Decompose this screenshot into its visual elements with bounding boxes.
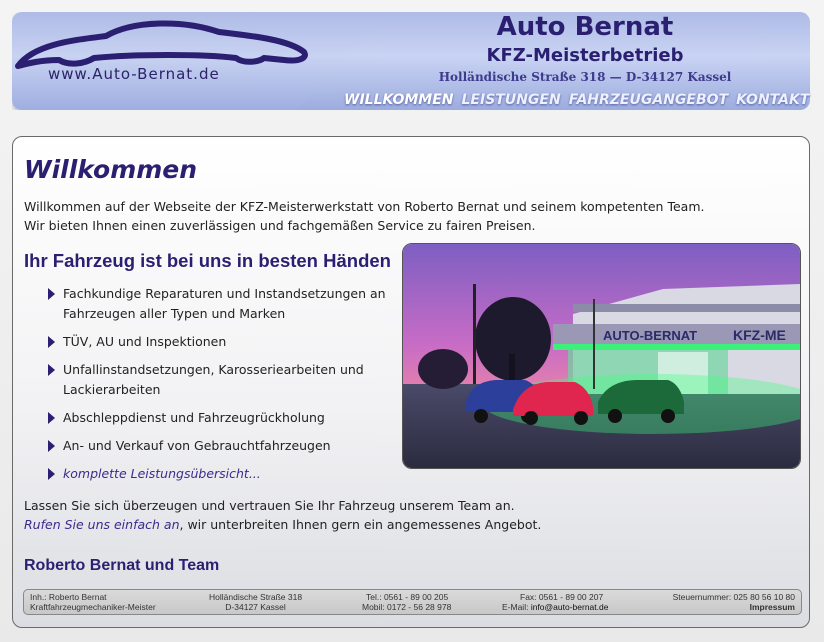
footer-owner: Inh.: Roberto Bernat Kraftfahrzeugmechan… — [30, 592, 156, 612]
photo-sign-left: AUTO-BERNAT — [603, 328, 697, 343]
closing-line-2-rest: , wir unterbreiten Ihnen gern ein angeme… — [179, 517, 542, 532]
footer-legal: Steuernummer: 025 80 56 10 80 Impressum — [673, 592, 795, 612]
main-nav: WILLKOMMEN LEISTUNGEN FAHRZEUGANGEBOT KO… — [344, 92, 809, 108]
nav-fahrzeugangebot[interactable]: FAHRZEUGANGEBOT — [569, 92, 728, 108]
list-item: komplette Leistungsübersicht... — [46, 464, 391, 484]
list-item: Abschleppdienst und Fahrzeugrückholung — [46, 408, 391, 428]
footer-owner-title: Kraftfahrzeugmechaniker-Meister — [30, 602, 156, 612]
closing-text: Lassen Sie sich überzeugen und vertrauen… — [24, 496, 541, 534]
impressum-link[interactable]: Impressum — [673, 602, 795, 612]
workshop-photo: AUTO-BERNAT KFZ-ME — [402, 243, 801, 469]
footer-owner-name: Inh.: Roberto Bernat — [30, 592, 107, 602]
closing-line-2: Rufen Sie uns einfach an, wir unterbreit… — [24, 515, 541, 534]
list-item: TÜV, AU und Inspektionen — [46, 332, 391, 352]
section-title: Ihr Fahrzeug ist bei uns in besten Hände… — [24, 250, 391, 271]
footer-tel: Tel.: 0561 - 89 00 205 — [366, 592, 449, 602]
footer-fax: Fax: 0561 - 89 00 207 — [520, 592, 604, 602]
brand-title: Auto Bernat — [496, 12, 674, 42]
nav-willkommen[interactable]: WILLKOMMEN — [344, 92, 454, 108]
footer-street: Holländische Straße 318 — [209, 592, 303, 602]
signature: Roberto Bernat und Team — [24, 557, 220, 574]
services-overview-link[interactable]: komplette Leistungsübersicht... — [63, 466, 261, 481]
photo-sign-right: KFZ-ME — [733, 327, 786, 343]
footer-bar: Inh.: Roberto Bernat Kraftfahrzeugmechan… — [23, 589, 802, 615]
brand-address: Holländische Straße 318 — D-34127 Kassel — [438, 70, 732, 84]
nav-leistungen[interactable]: LEISTUNGEN — [462, 92, 561, 108]
intro-text: Willkommen auf der Webseite der KFZ-Meis… — [24, 197, 704, 235]
services-list: Fachkundige Reparaturen und Instandsetzu… — [46, 284, 391, 492]
workshop-photo-image: AUTO-BERNAT KFZ-ME — [403, 244, 800, 468]
footer-fax-mail: Fax: 0561 - 89 00 207 E-Mail: info@auto-… — [502, 592, 608, 612]
footer-city: D-34127 Kassel — [225, 602, 286, 612]
intro-line-1: Willkommen auf der Webseite der KFZ-Meis… — [24, 199, 705, 214]
list-item: Unfallinstandsetzungen, Karosseriearbeit… — [46, 360, 391, 400]
footer-email-link[interactable]: info@auto-bernat.de — [531, 602, 609, 612]
footer-email-row: E-Mail: info@auto-bernat.de — [502, 602, 608, 612]
footer-phone: Tel.: 0561 - 89 00 205 Mobil: 0172 - 56 … — [362, 592, 451, 612]
brand-subtitle: KFZ-Meisterbetrieb — [486, 45, 684, 66]
list-item: An- und Verkauf von Gebrauchtfahrzeugen — [46, 436, 391, 456]
footer-address: Holländische Straße 318 D-34127 Kassel — [209, 592, 302, 612]
page-title: Willkommen — [24, 155, 198, 184]
nav-kontakt[interactable]: KONTAKT — [736, 92, 809, 108]
call-us-link[interactable]: Rufen Sie uns einfach an — [24, 517, 180, 532]
footer-tax: Steuernummer: 025 80 56 10 80 — [672, 592, 795, 602]
list-item: Fachkundige Reparaturen und Instandsetzu… — [46, 284, 391, 324]
footer-mobil: Mobil: 0172 - 56 28 978 — [362, 602, 452, 612]
site-url: www.Auto-Bernat.de — [48, 65, 220, 83]
closing-line-1: Lassen Sie sich überzeugen und vertrauen… — [24, 498, 515, 513]
footer-email-label: E-Mail: — [502, 602, 529, 612]
intro-line-2: Wir bieten Ihnen einen zuverlässigen und… — [24, 218, 536, 233]
